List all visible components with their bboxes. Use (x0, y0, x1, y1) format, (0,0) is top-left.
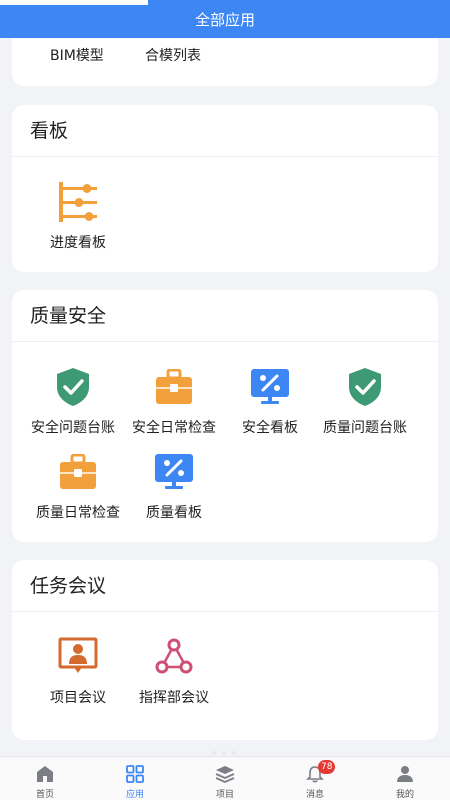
quality-issue-ledger-label: 质量问题台账 (323, 420, 407, 436)
monitor-percent-icon (152, 450, 196, 494)
tab-projects-label: 项目 (215, 790, 234, 800)
shield-check-icon (51, 365, 95, 409)
message-count-badge: 78 (318, 760, 336, 774)
bottom-tab-bar: 首页 应用 项目 78 消息 我的 (0, 756, 450, 800)
project-meeting-label: 项目会议 (50, 690, 106, 706)
tab-home-label: 首页 (35, 790, 54, 800)
tab-profile[interactable]: 我的 (360, 757, 450, 800)
status-bar (0, 0, 148, 5)
quality-daily-check-label: 质量日常检查 (36, 505, 120, 521)
bim-model-item[interactable]: BIM模型 (50, 45, 104, 65)
kanban-card: 看板 进度看板 (12, 105, 438, 272)
apps-scroll-area[interactable]: BIM模型 合模列表 看板 进度看板 质量安全 安全问题台账 安全日常检查 安全… (0, 38, 450, 756)
safety-kanban-tile[interactable]: 安全看板 (218, 365, 322, 437)
shield-check-icon (343, 365, 387, 409)
toolbox-icon (56, 450, 100, 494)
quality-safety-card: 质量安全 安全问题台账 安全日常检查 安全看板 质量问题台账 质量日常检查 质量… (12, 290, 438, 542)
hq-meeting-label: 指挥部会议 (139, 690, 209, 706)
kanban-section-title: 看板 (12, 105, 438, 157)
safety-daily-check-tile[interactable]: 安全日常检查 (122, 365, 226, 437)
quality-kanban-label: 质量看板 (146, 505, 202, 521)
quality-safety-section-title: 质量安全 (12, 290, 438, 342)
task-meeting-section-title: 任务会议 (12, 560, 438, 612)
layers-icon (214, 763, 236, 785)
quality-daily-check-tile[interactable]: 质量日常检查 (26, 450, 130, 522)
safety-issue-ledger-label: 安全问题台账 (31, 420, 115, 436)
mold-list-item[interactable]: 合模列表 (145, 45, 201, 65)
progress-kanban-icon (56, 180, 100, 224)
apps-grid-icon (124, 763, 146, 785)
safety-issue-ledger-tile[interactable]: 安全问题台账 (21, 365, 125, 437)
app-header: 全部应用 (0, 0, 450, 38)
tab-profile-label: 我的 (395, 790, 414, 800)
bim-card: BIM模型 合模列表 (12, 38, 438, 86)
tab-projects[interactable]: 项目 (180, 757, 270, 800)
project-meeting-tile[interactable]: 项目会议 (26, 635, 130, 707)
page-title: 全部应用 (194, 10, 255, 29)
progress-kanban-tile[interactable]: 进度看板 (26, 180, 130, 252)
scroll-indicator (212, 751, 236, 755)
safety-kanban-label: 安全看板 (242, 420, 298, 436)
quality-kanban-tile[interactable]: 质量看板 (122, 450, 226, 522)
progress-kanban-label: 进度看板 (50, 235, 106, 251)
tab-messages[interactable]: 78 消息 (270, 757, 360, 800)
monitor-percent-icon (248, 365, 292, 409)
user-icon (394, 763, 416, 785)
task-meeting-card: 任务会议 项目会议 指挥部会议 (12, 560, 438, 740)
tab-messages-label: 消息 (305, 790, 324, 800)
tab-apps[interactable]: 应用 (90, 757, 180, 800)
safety-daily-check-label: 安全日常检查 (132, 420, 216, 436)
toolbox-icon (152, 365, 196, 409)
quality-issue-ledger-tile[interactable]: 质量问题台账 (313, 365, 417, 437)
meeting-presenter-icon (56, 635, 100, 679)
home-icon (34, 763, 56, 785)
hq-meeting-tile[interactable]: 指挥部会议 (122, 635, 226, 707)
tab-apps-label: 应用 (125, 790, 144, 800)
network-nodes-icon (152, 635, 196, 679)
tab-home[interactable]: 首页 (0, 757, 90, 800)
